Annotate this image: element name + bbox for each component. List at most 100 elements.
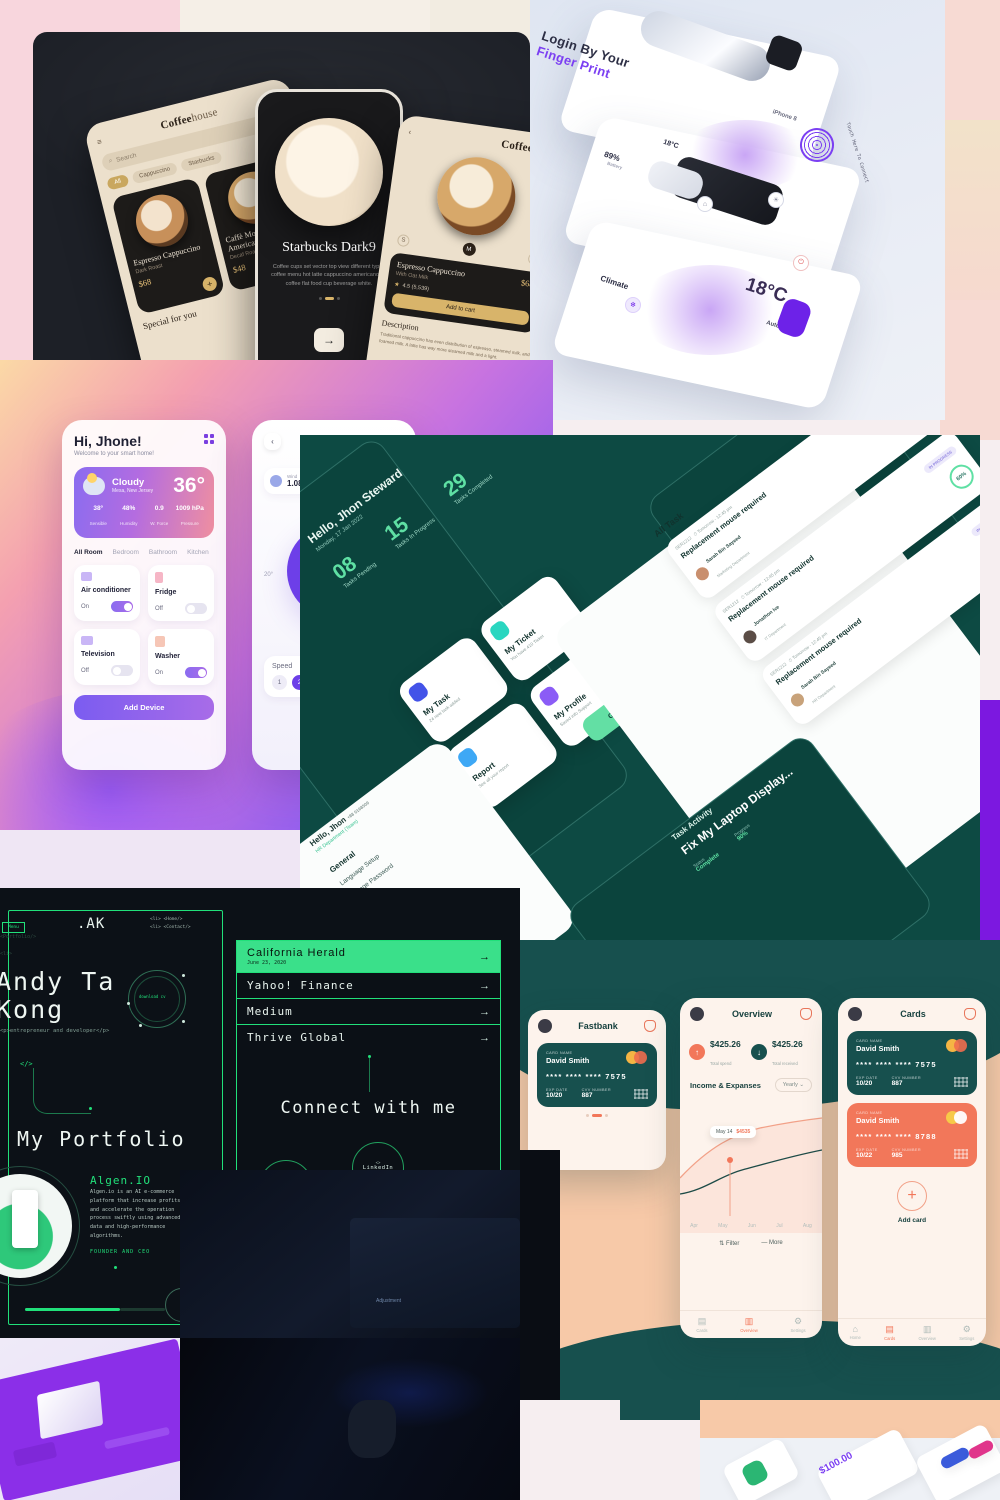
product-image: [432, 152, 521, 241]
nav-settings[interactable]: ⚙ Settings: [790, 1316, 805, 1333]
hero-coffee-image: [275, 118, 383, 226]
nav-settings[interactable]: ⚙ Settings: [959, 1324, 974, 1341]
search-icon: ⌕: [108, 157, 114, 165]
device-card-air-conditioner[interactable]: Air conditioner On: [74, 565, 140, 621]
device-toggle[interactable]: [185, 667, 207, 678]
headlight-icon[interactable]: ☀: [768, 192, 784, 208]
avatar[interactable]: [848, 1007, 862, 1021]
bottom-nav: ▤ Cards ▥ Overview ⚙ Settings: [680, 1310, 822, 1333]
stat-value: 0.9: [154, 505, 164, 512]
stat-value: 38°: [93, 505, 104, 512]
collage-canvas: ≡ Coffeehouse ◕ ⌕ Search All Cappuccino …: [0, 0, 1000, 1500]
project-role: FOUNDER AND CEO: [90, 1249, 151, 1255]
chip-all[interactable]: All: [106, 173, 130, 191]
size-small-button[interactable]: S: [396, 233, 411, 247]
washer-icon: [155, 636, 165, 647]
device-name: Television: [81, 651, 115, 658]
developer-role: <p>entrepreneur and developer</p>: [0, 1028, 110, 1034]
tab-bathroom[interactable]: Bathroom: [149, 549, 177, 556]
arrow-right-icon[interactable]: →: [314, 327, 344, 352]
menu-button[interactable]: Menu: [2, 922, 25, 933]
chip-cappuccino[interactable]: Cappuccino: [131, 161, 179, 185]
smart-home-screen: Hi, Jhone! Welcome to your smart home! C…: [62, 420, 226, 770]
notification-icon[interactable]: [644, 1020, 656, 1032]
add-device-button[interactable]: Add Device: [74, 695, 214, 720]
weather-stats: 38° Sensible 48% Humidity 0.9 W. Force 1009…: [83, 505, 205, 530]
back-icon[interactable]: ‹: [408, 127, 412, 136]
tab-all-room[interactable]: All Room: [74, 549, 103, 556]
code-icon: </>: [20, 1060, 33, 1068]
card-chip-icon: [954, 1149, 968, 1159]
carousel-dots[interactable]: [528, 1114, 666, 1117]
notification-icon[interactable]: [800, 1008, 812, 1020]
screen-title: Overview: [731, 1009, 773, 1019]
add-to-cart-button[interactable]: +: [201, 275, 219, 293]
weather-condition: Cloudy: [112, 477, 145, 488]
lock-icon[interactable]: ⌂: [697, 196, 713, 212]
chart-svg: [680, 1117, 822, 1233]
bottom-right-mockup: $100.00: [700, 1400, 1000, 1500]
power-icon[interactable]: ⏻: [793, 255, 809, 271]
device-state: On: [81, 603, 90, 610]
tab-bedroom[interactable]: Bedroom: [113, 549, 139, 556]
nav-cards[interactable]: ▤ Cards: [884, 1324, 895, 1341]
task-icon: [406, 680, 431, 705]
add-card-button[interactable]: + Add card: [838, 1181, 986, 1224]
screen-title: Fastbank: [578, 1021, 618, 1031]
press-row-thrive-global[interactable]: Thrive Global →: [237, 1025, 500, 1050]
more-button[interactable]: — More: [761, 1240, 782, 1247]
cards-screen: Cards CARD NAME David Smith **** **** **…: [838, 998, 986, 1346]
product-rating: 4.5 (5,539): [402, 282, 430, 293]
car-interior-photo: [180, 1338, 520, 1500]
back-button[interactable]: ‹: [264, 433, 281, 450]
nav-links[interactable]: <li> <Home/> <li> <Contact/>: [150, 916, 191, 932]
device-name: Washer: [155, 653, 181, 660]
bank-card-primary[interactable]: CARD NAME David Smith **** **** **** 757…: [847, 1031, 977, 1095]
stat-completed: 29 Tasks Completed: [439, 468, 495, 507]
screen-title: Cards: [900, 1009, 926, 1019]
wind-icon: [270, 475, 282, 487]
snowflake-icon[interactable]: ❄: [625, 297, 641, 313]
arrow-right-icon: →: [479, 1005, 490, 1018]
nav-cards[interactable]: ▤ Cards: [696, 1316, 707, 1333]
press-row-medium[interactable]: Medium →: [237, 999, 500, 1025]
chart-title: Income & Expanses: [690, 1080, 761, 1090]
notification-icon[interactable]: [964, 1008, 976, 1020]
fastbank-screen: Fastbank CARD NAME David Smith **** ****…: [528, 1010, 666, 1170]
weather-card: Cloudy Mesa, New Jersey 36° 38° Sensible …: [74, 467, 214, 538]
bank-card-secondary[interactable]: CARD NAME David Smith **** **** **** 878…: [847, 1103, 977, 1167]
task-management-mockup: Hello, Jhon Steward Monday, 17 Jan 2022 …: [300, 435, 980, 945]
nav-overview[interactable]: ▥ Overview: [919, 1324, 936, 1341]
avatar[interactable]: [690, 1007, 704, 1021]
chip-starbucks[interactable]: Starbucks: [180, 150, 223, 173]
grid-menu-icon[interactable]: [204, 434, 214, 444]
car-dashboard-photo: Adjustment: [180, 1170, 520, 1340]
device-card-washer[interactable]: Washer On: [148, 629, 214, 685]
nav-overview[interactable]: ▥ Overview: [740, 1316, 757, 1333]
device-toggle[interactable]: [111, 601, 133, 612]
device-card-television[interactable]: Television Off: [74, 629, 140, 685]
press-row-california-herald[interactable]: California Herald June 23, 2020 →: [237, 941, 500, 973]
menu-icon[interactable]: ≡: [96, 137, 103, 147]
size-medium-button[interactable]: M: [461, 241, 477, 257]
ticket-icon: [487, 618, 512, 643]
stat-label: Humidity: [119, 521, 138, 526]
download-cv-button[interactable]: download cv: [139, 994, 166, 999]
code-tag: <Portfolio/>: [0, 934, 37, 940]
period-select[interactable]: Yearly ⌄: [774, 1078, 812, 1092]
phone-mock: [12, 1190, 38, 1248]
speed-option-1[interactable]: 1: [272, 675, 287, 690]
device-card-fridge[interactable]: Fridge Off: [148, 565, 214, 621]
nav-home[interactable]: ⌂ Home: [850, 1324, 861, 1341]
device-name: Air conditioner: [81, 587, 131, 594]
press-row-yahoo-finance[interactable]: Yahoo! Finance →: [237, 973, 500, 999]
avatar[interactable]: [538, 1019, 552, 1033]
device-toggle[interactable]: [111, 665, 133, 676]
tab-kitchen[interactable]: Kitchen: [187, 549, 209, 556]
filter-button[interactable]: ⇅ Filter: [719, 1240, 739, 1247]
bank-card[interactable]: CARD NAME David Smith **** **** **** 757…: [537, 1043, 657, 1107]
decor-dot: [139, 1024, 142, 1027]
device-toggle[interactable]: [185, 603, 207, 614]
section-title: My Portfolio: [17, 1127, 186, 1151]
logo: .AK: [77, 916, 106, 932]
